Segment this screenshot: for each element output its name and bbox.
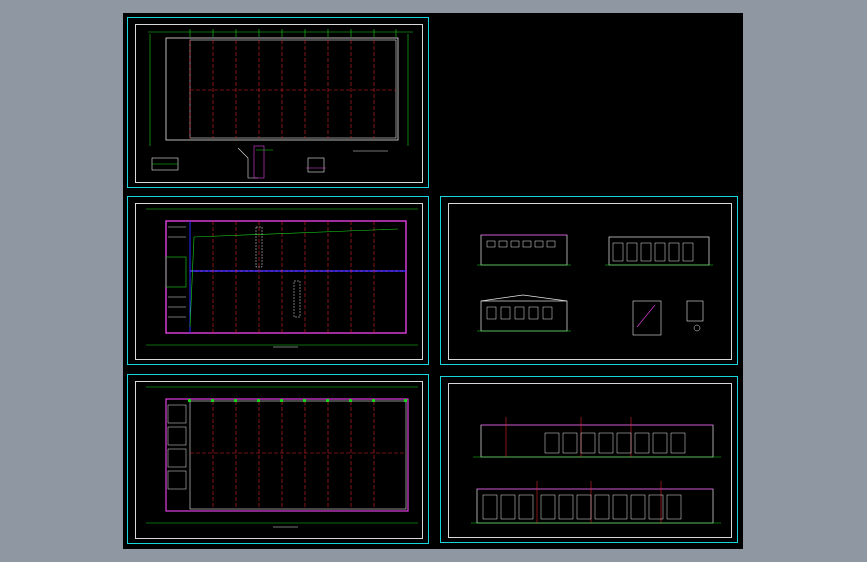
roof-plan-drawing: [148, 29, 413, 179]
floor-plan-1-drawing: [146, 386, 418, 528]
drawing-canvas[interactable]: [123, 13, 743, 549]
sheet-roof-plan[interactable]: [127, 17, 429, 188]
sections-drawing: [477, 234, 713, 336]
floor-plan-2-drawing: [146, 208, 418, 348]
sheet-elevations[interactable]: [440, 376, 738, 543]
elevations-drawing: [471, 417, 721, 524]
sheet-floor-plan-2[interactable]: [127, 196, 429, 365]
sheet-sections[interactable]: [440, 196, 738, 365]
sheet-floor-plan-1[interactable]: [127, 374, 429, 544]
